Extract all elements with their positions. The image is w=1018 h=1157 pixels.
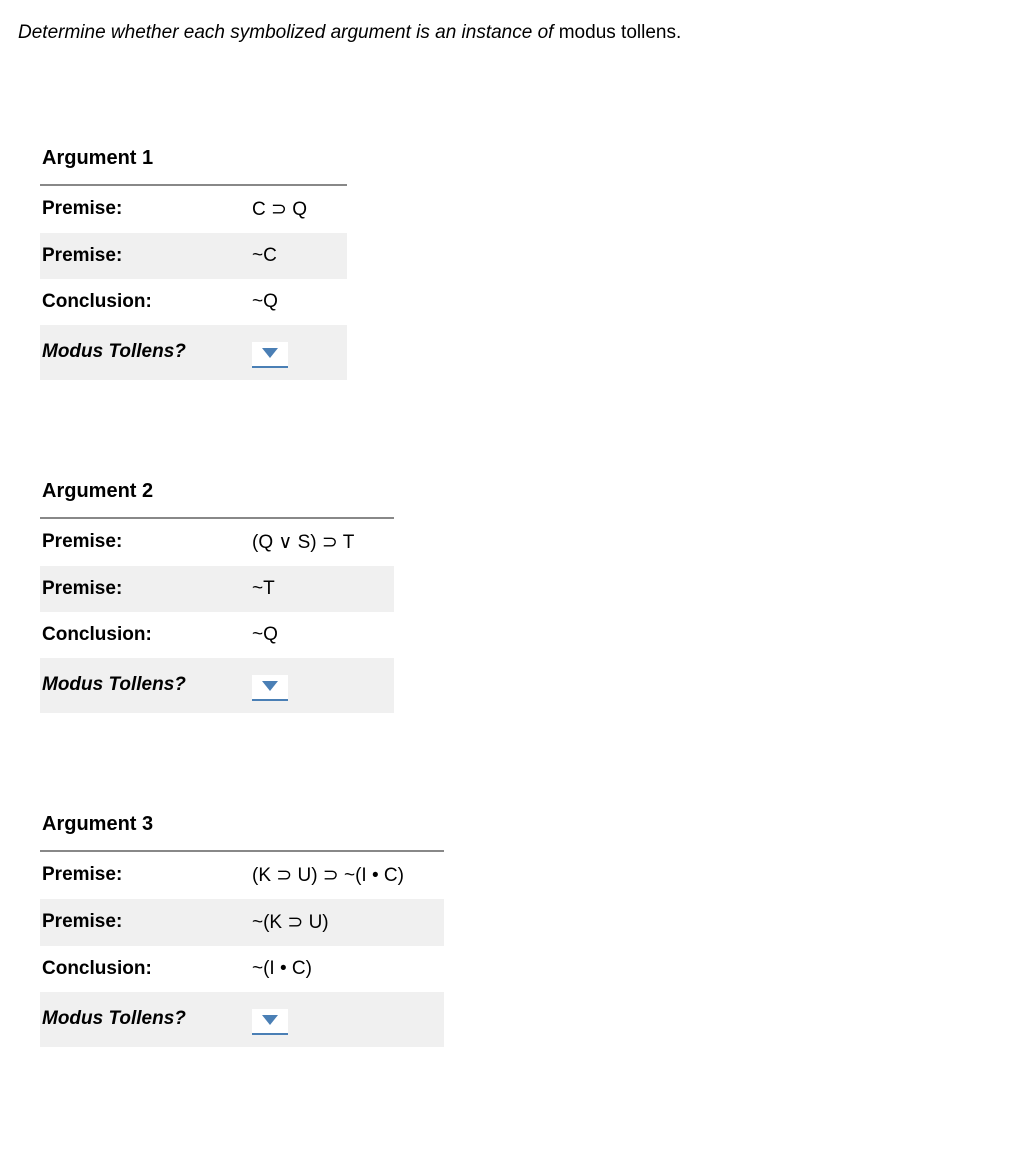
argument-3-table: Argument 3 Premise: (K ⊃ U) ⊃ ~(I • C) P… [40, 803, 444, 1047]
table-row: Conclusion: ~(I • C) [40, 946, 444, 992]
argument-1-title: Argument 1 [40, 137, 347, 185]
instructions-normal: modus tollens. [559, 22, 682, 43]
argument-2-table: Argument 2 Premise: (Q ∨ S) ⊃ T Premise:… [40, 470, 394, 713]
premise-label: Premise: [40, 566, 250, 612]
table-row: Premise: (Q ∨ S) ⊃ T [40, 518, 394, 566]
premise-label: Premise: [40, 185, 250, 233]
modus-tollens-label: Modus Tollens? [40, 325, 250, 380]
table-row: Premise: ~T [40, 566, 394, 612]
modus-tollens-label: Modus Tollens? [40, 658, 250, 713]
table-row: Premise: C ⊃ Q [40, 185, 347, 233]
modus-tollens-dropdown[interactable] [252, 675, 288, 701]
modus-tollens-dropdown[interactable] [252, 342, 288, 368]
table-row: Premise: ~C [40, 233, 347, 279]
premise-label: Premise: [40, 233, 250, 279]
modus-tollens-label: Modus Tollens? [40, 992, 250, 1047]
argument-1-table: Argument 1 Premise: C ⊃ Q Premise: ~C Co… [40, 137, 347, 380]
argument-2-title: Argument 2 [40, 470, 394, 518]
table-row: Premise: ~(K ⊃ U) [40, 899, 444, 946]
chevron-down-icon [262, 348, 278, 358]
table-row: Premise: (K ⊃ U) ⊃ ~(I • C) [40, 851, 444, 899]
table-row: Conclusion: ~Q [40, 279, 347, 325]
conclusion-value: ~Q [250, 279, 347, 325]
modus-tollens-dropdown[interactable] [252, 1009, 288, 1035]
table-row: Modus Tollens? [40, 992, 444, 1047]
premise-2-value: ~T [250, 566, 394, 612]
premise-1-value: (Q ∨ S) ⊃ T [250, 518, 394, 566]
premise-2-value: ~(K ⊃ U) [250, 899, 444, 946]
instructions: Determine whether each symbolized argume… [18, 20, 1000, 47]
premise-label: Premise: [40, 518, 250, 566]
premise-1-value: C ⊃ Q [250, 185, 347, 233]
instructions-italic: Determine whether each symbolized argume… [18, 22, 559, 43]
conclusion-label: Conclusion: [40, 946, 250, 992]
conclusion-label: Conclusion: [40, 612, 250, 658]
table-row: Modus Tollens? [40, 325, 347, 380]
table-row: Modus Tollens? [40, 658, 394, 713]
argument-3-title: Argument 3 [40, 803, 444, 851]
conclusion-value: ~(I • C) [250, 946, 444, 992]
premise-label: Premise: [40, 851, 250, 899]
premise-label: Premise: [40, 899, 250, 946]
conclusion-label: Conclusion: [40, 279, 250, 325]
conclusion-value: ~Q [250, 612, 394, 658]
chevron-down-icon [262, 681, 278, 691]
chevron-down-icon [262, 1015, 278, 1025]
premise-2-value: ~C [250, 233, 347, 279]
table-row: Conclusion: ~Q [40, 612, 394, 658]
premise-1-value: (K ⊃ U) ⊃ ~(I • C) [250, 851, 444, 899]
